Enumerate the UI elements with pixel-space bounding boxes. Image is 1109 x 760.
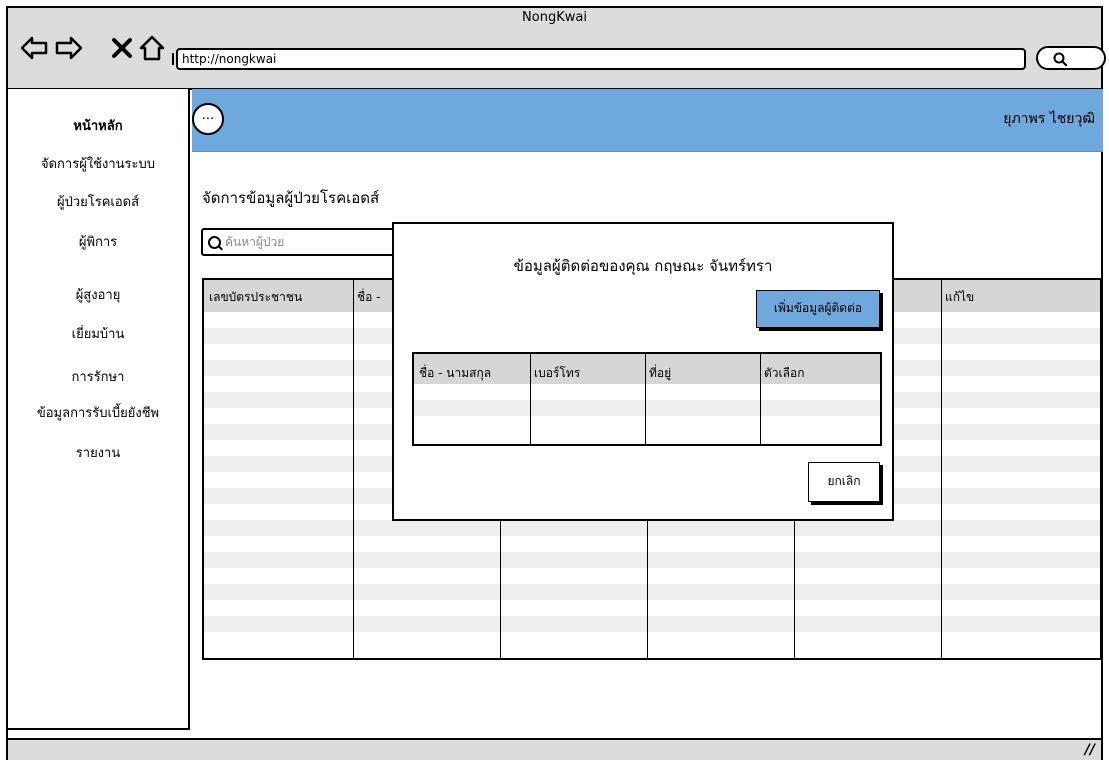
browser-titlebar: NongKwai http://nongkwai [8,8,1106,90]
sidebar-item-elderly[interactable]: ผู้สูงอายุ [8,284,188,305]
resize-grip-icon[interactable]: // [1085,742,1095,758]
table-row [204,552,1100,568]
cancel-button[interactable]: ยกเลิก [808,462,880,502]
search-icon [208,236,221,249]
home-icon[interactable] [138,34,166,62]
sidebar-item-disabled[interactable]: ผู้พิการ [8,231,188,252]
column-divider [353,280,354,658]
column-divider [530,354,531,444]
sidebar-item-treatment[interactable]: การรักษา [8,366,188,387]
window-title: NongKwai [522,10,587,25]
patient-search-input[interactable]: ค้นหาผู้ป่วย [201,228,411,256]
column-header-fullname: ชื่อ - นามสกุล [419,366,492,380]
add-contact-button[interactable]: เพิ่มข้อมูลผู้ติดต่อ [756,290,880,328]
column-divider [760,354,761,444]
back-arrow-icon[interactable] [20,34,48,62]
page-title: จัดการข้อมูลผู้ป่วยโรคเอดส์ [202,189,380,207]
column-header-id-card: เลขบัตรประชาชน [209,290,303,304]
user-name: ยุภาพร ไชยวุฒิ [1003,111,1095,127]
column-header-name: ชื่อ - [357,290,381,304]
table-row [414,400,880,416]
table-row [204,520,1100,536]
column-divider [941,280,942,658]
column-header-edit: แก้ไข [945,290,975,304]
table-row [204,584,1100,600]
column-header-phone: เบอร์โทร [534,366,581,380]
table-row [204,616,1100,632]
sidebar-item-home[interactable]: หน้าหลัก [8,115,188,136]
status-bar: // [8,738,1101,760]
sidebar: หน้าหลัก จัดการผู้ใช้งานระบบ ผู้ป่วยโรคเ… [8,89,190,730]
dialog-title: ข้อมูลผู้ติดต่อของคุณ กฤษณะ จันทร์ทรา [513,257,773,275]
forward-arrow-icon[interactable] [55,34,83,62]
url-bar[interactable]: http://nongkwai [172,48,1026,70]
sidebar-item-aids-patients[interactable]: ผู้ป่วยโรคเอดส์ [8,191,188,212]
header-bar: ... ยุภาพร ไชยวุฒิ [192,89,1103,152]
browser-search-button[interactable] [1036,46,1106,70]
sidebar-item-user-management[interactable]: จัดการผู้ใช้งานระบบ [8,153,188,174]
contact-info-dialog: ข้อมูลผู้ติดต่อของคุณ กฤษณะ จันทร์ทรา เพ… [392,222,894,521]
sidebar-item-report[interactable]: รายงาน [8,442,188,463]
avatar[interactable]: ... [192,103,224,135]
contact-table: ชื่อ - นามสกุล เบอร์โทร ที่อยู่ ตัวเลือก [412,352,882,446]
search-placeholder: ค้นหาผู้ป่วย [225,235,285,249]
column-header-address: ที่อยู่ [649,366,672,380]
column-divider [645,354,646,444]
search-icon [1053,52,1068,67]
sidebar-item-allowance[interactable]: ข้อมูลการรับเบี้ยยังชีพ [8,402,188,423]
column-header-options: ตัวเลือก [764,366,805,380]
close-x-icon[interactable] [108,34,136,62]
sidebar-item-home-visit[interactable]: เยี่ยมบ้าน [8,323,188,344]
